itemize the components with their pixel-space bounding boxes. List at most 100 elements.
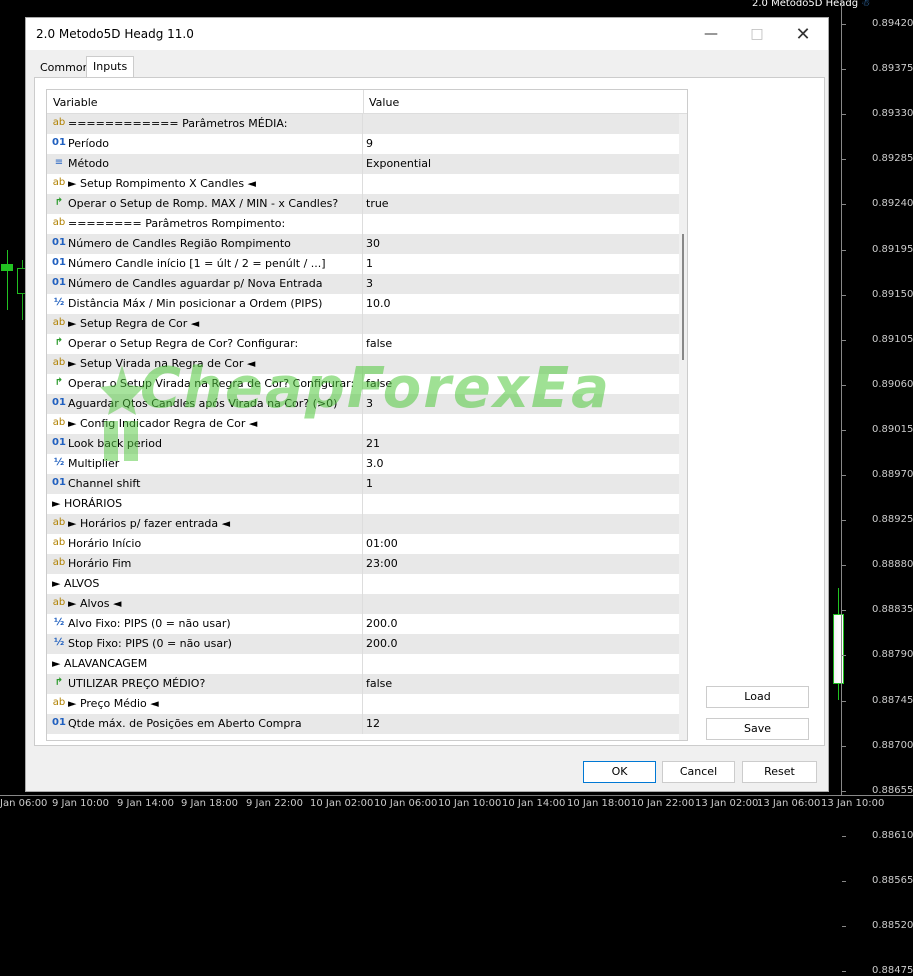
grid-scrollbar[interactable]: [679, 114, 687, 740]
column-header-value[interactable]: Value: [369, 96, 399, 109]
time-tick: 13 Jan 10:00: [821, 798, 885, 809]
table-row[interactable]: ab ► Horários p/ fazer entrada ◄: [47, 514, 679, 534]
table-row[interactable]: ↱ UTILIZAR PREÇO MÉDIO? false: [47, 674, 679, 694]
row-value[interactable]: 3.0: [366, 457, 384, 470]
table-row[interactable]: ↱ Operar o Setup de Romp. MAX / MIN - x C…: [47, 194, 679, 214]
scrollbar-thumb[interactable]: [682, 234, 684, 360]
row-variable: Número de Candles Região Rompimento: [68, 237, 291, 250]
table-row[interactable]: ► HORÁRIOS: [47, 494, 679, 514]
row-value[interactable]: 3: [366, 277, 373, 290]
time-tick: 10 Jan 22:00: [631, 798, 695, 809]
string-type-icon: ab: [52, 217, 66, 228]
row-value[interactable]: 200.0: [366, 637, 398, 650]
bool-type-icon: ↱: [54, 337, 64, 348]
string-type-icon: ab: [52, 597, 66, 608]
string-type-icon: ab: [52, 117, 66, 128]
row-variable: Distância Máx / Min posicionar a Ordem (…: [68, 297, 323, 310]
row-variable: Qtde máx. de Posições em Aberto Compra: [68, 717, 302, 730]
row-value[interactable]: Exponential: [366, 157, 431, 170]
table-row[interactable]: 01 Período 9: [47, 134, 679, 154]
table-row[interactable]: ≡ Método Exponential: [47, 154, 679, 174]
table-row[interactable]: 01 Número de Candles Região Rompimento 30: [47, 234, 679, 254]
bool-type-icon: ↱: [54, 197, 64, 208]
double-type-icon: ½: [53, 637, 65, 648]
integer-type-icon: 01: [52, 237, 66, 248]
row-value[interactable]: 30: [366, 237, 380, 250]
column-header-variable[interactable]: Variable: [53, 96, 98, 109]
table-row[interactable]: 01 Número de Candles aguardar p/ Nova Ent…: [47, 274, 679, 294]
table-row[interactable]: ► ALVOS: [47, 574, 679, 594]
row-value[interactable]: 1: [366, 477, 373, 490]
row-value[interactable]: 01:00: [366, 537, 398, 550]
table-row[interactable]: ½ Stop Fixo: PIPS (0 = não usar) 200.0: [47, 634, 679, 654]
time-tick: 10 Jan 18:00: [567, 798, 631, 809]
row-variable: ► Preço Médio ◄: [68, 697, 159, 710]
table-row[interactable]: ab ► Setup Rompimento X Candles ◄: [47, 174, 679, 194]
row-value[interactable]: 200.0: [366, 617, 398, 630]
table-row[interactable]: ab Horário Fim 23:00: [47, 554, 679, 574]
ok-button[interactable]: OK: [583, 761, 656, 783]
table-row[interactable]: ↱ Operar o Setup Regra de Cor? Configurar…: [47, 334, 679, 354]
table-row[interactable]: ab ============ Parâmetros MÉDIA:: [47, 114, 679, 134]
row-variable: Alvo Fixo: PIPS (0 = não usar): [68, 617, 231, 630]
string-type-icon: ab: [52, 317, 66, 328]
integer-type-icon: 01: [52, 717, 66, 728]
dialog-titlebar[interactable]: 2.0 Metodo5D Headg 11.0 — □ ✕: [26, 18, 828, 50]
time-tick: 9 Jan 22:00: [246, 798, 303, 809]
string-type-icon: ab: [52, 417, 66, 428]
table-row[interactable]: ab ► Setup Regra de Cor ◄: [47, 314, 679, 334]
watermark-text: CheapForexEa: [140, 356, 611, 421]
row-variable: ► Alvos ◄: [68, 597, 122, 610]
time-tick: 13 Jan 02:00: [695, 798, 759, 809]
grid-header: Variable Value: [47, 90, 687, 114]
table-row[interactable]: 01 Channel shift 1: [47, 474, 679, 494]
table-row[interactable]: ► ALAVANCAGEM: [47, 654, 679, 674]
watermark-logo-icon: [100, 365, 144, 461]
table-row[interactable]: ab Horário Início 01:00: [47, 534, 679, 554]
time-tick: 13 Jan 06:00: [757, 798, 821, 809]
row-value[interactable]: 1: [366, 257, 373, 270]
row-variable: Número Candle início [1 = últ / 2 = penú…: [68, 257, 326, 270]
row-value[interactable]: false: [366, 677, 392, 690]
row-value[interactable]: 9: [366, 137, 373, 150]
time-tick: 10 Jan 02:00: [310, 798, 374, 809]
time-tick: 9 Jan 14:00: [117, 798, 174, 809]
time-tick: 10 Jan 06:00: [374, 798, 438, 809]
table-row[interactable]: 01 Qtde máx. de Posições em Aberto Compra…: [47, 714, 679, 734]
integer-type-icon: 01: [52, 397, 66, 408]
row-value[interactable]: false: [366, 337, 392, 350]
candle-body: [1, 264, 13, 271]
table-row[interactable]: ½ Distância Máx / Min posicionar a Ordem …: [47, 294, 679, 314]
table-row[interactable]: ab ► Alvos ◄: [47, 594, 679, 614]
integer-type-icon: 01: [52, 277, 66, 288]
row-value[interactable]: true: [366, 197, 389, 210]
row-variable: ► Setup Rompimento X Candles ◄: [68, 177, 257, 190]
integer-type-icon: 01: [52, 437, 66, 448]
reset-button[interactable]: Reset: [742, 761, 817, 783]
string-type-icon: ab: [52, 357, 66, 368]
cancel-button[interactable]: Cancel: [662, 761, 735, 783]
double-type-icon: ½: [53, 617, 65, 628]
table-row[interactable]: ab ======== Parâmetros Rompimento:: [47, 214, 679, 234]
row-variable: Método: [68, 157, 110, 170]
tab-inputs[interactable]: Inputs: [86, 56, 135, 79]
table-row[interactable]: ½ Alvo Fixo: PIPS (0 = não usar) 200.0: [47, 614, 679, 634]
minimize-icon[interactable]: —: [691, 22, 731, 46]
row-value[interactable]: 10.0: [366, 297, 391, 310]
table-row[interactable]: 01 Número Candle início [1 = últ / 2 = pe…: [47, 254, 679, 274]
row-variable: ======== Parâmetros Rompimento:: [68, 217, 286, 230]
string-type-icon: ab: [52, 557, 66, 568]
row-value[interactable]: 12: [366, 717, 380, 730]
load-button[interactable]: Load: [706, 686, 809, 708]
double-type-icon: ½: [53, 297, 65, 308]
row-variable: ► Horários p/ fazer entrada ◄: [68, 517, 231, 530]
row-variable: ► ALVOS: [52, 577, 100, 590]
row-value[interactable]: 21: [366, 437, 380, 450]
maximize-icon[interactable]: □: [737, 22, 777, 46]
string-type-icon: ab: [52, 697, 66, 708]
close-icon[interactable]: ✕: [783, 22, 823, 46]
row-variable: Stop Fixo: PIPS (0 = não usar): [68, 637, 232, 650]
table-row[interactable]: ab ► Preço Médio ◄: [47, 694, 679, 714]
row-value[interactable]: 23:00: [366, 557, 398, 570]
save-button[interactable]: Save: [706, 718, 809, 740]
